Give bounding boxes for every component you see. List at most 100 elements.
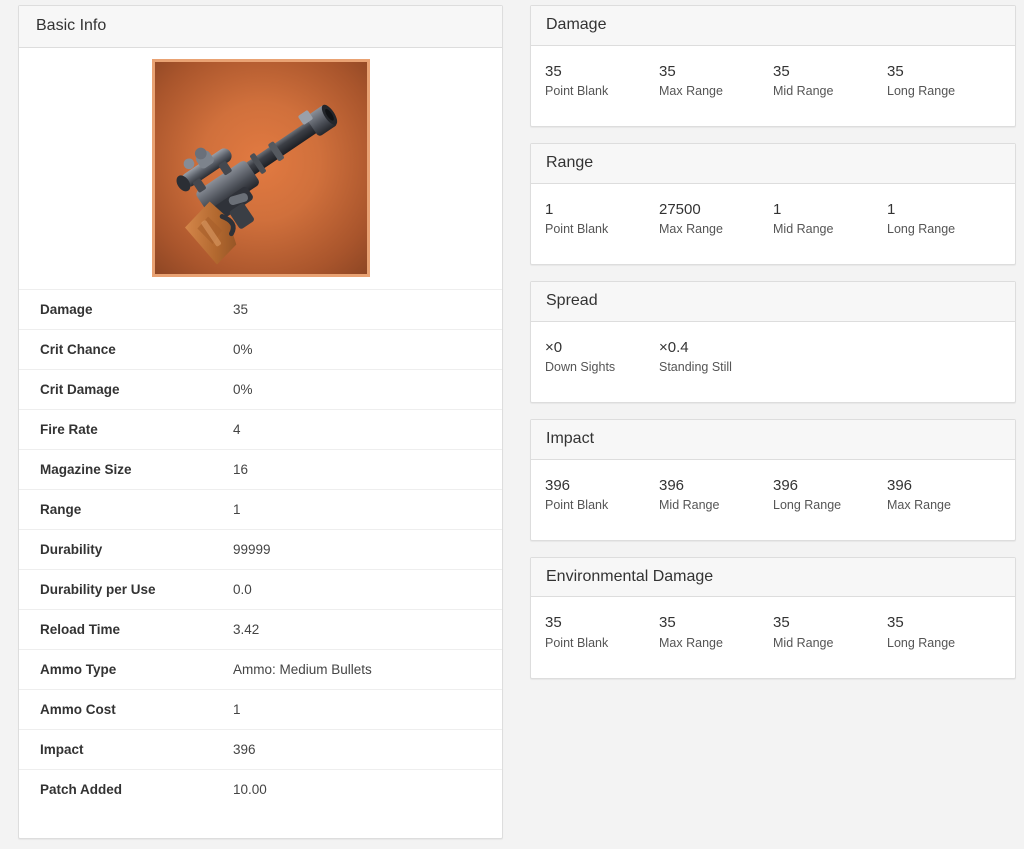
stat-value: 99999 (233, 541, 271, 557)
stat-cell-value: 35 (659, 62, 676, 80)
stat-cell-label: Long Range (887, 635, 956, 650)
stat-cell-value: 35 (545, 62, 562, 80)
basic-info-body: Damage 35 Crit Chance 0% Crit Damage 0% Fire R… (19, 48, 502, 809)
stat-cell: 1 Mid Range (773, 200, 887, 238)
stat-cell: 396 Long Range (773, 476, 887, 514)
weapon-image-container (19, 48, 502, 289)
stat-label: Durability (40, 541, 103, 557)
stat-value: 4 (233, 421, 241, 437)
stat-cell: 35 Max Range (659, 613, 773, 651)
table-row: Fire Rate 4 (19, 409, 502, 449)
stat-cell: ×0 Down Sights (545, 338, 659, 376)
stat-cell-value: 396 (659, 476, 685, 494)
basic-info-title: Basic Info (19, 6, 502, 48)
stat-cell-value: 35 (887, 614, 904, 632)
stat-cell-label: Point Blank (545, 221, 609, 236)
stat-cell-label: Max Range (659, 635, 723, 650)
stat-value: 3.42 (233, 621, 260, 637)
stat-cell-label: Mid Range (773, 635, 834, 650)
table-row: Reload Time 3.42 (19, 609, 502, 649)
stat-cell-value: 35 (773, 62, 790, 80)
stat-cell-value: 1 (773, 200, 782, 218)
stat-cell-label: Point Blank (545, 83, 609, 98)
stat-cell: 35 Mid Range (773, 613, 887, 651)
stat-card-body: 35 Point Blank 35 Max Range 35 Mid Range 35 Lon… (531, 46, 1015, 126)
stat-card-title: Damage (531, 6, 1015, 46)
stat-label: Magazine Size (40, 461, 132, 477)
table-row: Patch Added 10.00 (19, 769, 502, 809)
sniper-rifle-icon (151, 59, 370, 278)
stat-cards-column: Damage 35 Point Blank 35 Max Range 35 Mid Rang… (530, 5, 1016, 695)
stat-value: 35 (233, 301, 249, 317)
stat-cell: 35 Long Range (887, 62, 1001, 100)
stat-cell-value: 35 (545, 614, 562, 632)
stat-cell-label: Down Sights (545, 359, 616, 374)
stat-value: 0% (233, 341, 253, 357)
stat-value: 0.0 (233, 581, 252, 597)
basic-info-table: Damage 35 Crit Chance 0% Crit Damage 0% Fire R… (19, 289, 502, 809)
stat-card-title: Impact (531, 419, 1015, 460)
stat-cell-value: 35 (659, 614, 676, 632)
stat-value: 1 (233, 501, 241, 517)
stat-value: 16 (233, 461, 249, 477)
stat-cell: ×0.4 Standing Still (659, 338, 773, 376)
stat-label: Ammo Type (40, 661, 117, 677)
stat-label: Patch Added (40, 781, 123, 797)
stat-cell: 35 Point Blank (545, 62, 659, 100)
table-row: Crit Damage 0% (19, 369, 502, 409)
stat-label: Fire Rate (40, 421, 98, 437)
stat-cell-label: Standing Still (659, 359, 732, 374)
stat-cell-value: 396 (545, 476, 571, 494)
stat-cell-label: Max Range (887, 497, 951, 512)
stat-cell: 1 Point Blank (545, 200, 659, 238)
stat-cell-spacer (773, 338, 887, 376)
stat-card-title: Spread (531, 281, 1015, 322)
stat-cell: 1 Long Range (887, 200, 1001, 238)
stat-card-body: 35 Point Blank 35 Max Range 35 Mid Range 35 Lon… (531, 597, 1015, 677)
table-row: Crit Chance 0% (19, 329, 502, 369)
stat-card-body: ×0 Down Sights ×0.4 Standing Still (531, 322, 1015, 402)
stat-cell-value: 1 (887, 200, 896, 218)
stat-cell: 396 Max Range (887, 476, 1001, 514)
stat-cell: 27500 Max Range (659, 200, 773, 238)
stat-cell-label: Point Blank (545, 497, 609, 512)
stat-label: Crit Damage (40, 381, 120, 397)
stat-cell: 396 Point Blank (545, 476, 659, 514)
stat-cell-value: 1 (545, 200, 554, 218)
table-row: Impact 396 (19, 729, 502, 769)
stat-cell-value: 35 (887, 62, 904, 80)
stat-label: Impact (40, 741, 84, 757)
stat-cell-spacer (887, 338, 1001, 376)
stat-cell-value: 35 (773, 614, 790, 632)
stat-card-title: Environmental Damage (531, 557, 1015, 598)
table-row: Ammo Type Ammo: Medium Bullets (19, 649, 502, 689)
stat-card: Spread ×0 Down Sights ×0.4 Standing Still (530, 280, 1016, 403)
stat-cell-label: Max Range (659, 83, 723, 98)
stat-cell: 35 Max Range (659, 62, 773, 100)
stat-card-body: 1 Point Blank 27500 Max Range 1 Mid Range 1 Lon… (531, 184, 1015, 264)
stat-cell: 35 Point Blank (545, 613, 659, 651)
stat-value: 396 (233, 741, 256, 757)
stat-label: Ammo Cost (40, 701, 116, 717)
stat-cell: 35 Mid Range (773, 62, 887, 100)
stat-cell-value: 27500 (659, 200, 701, 218)
stat-card: Damage 35 Point Blank 35 Max Range 35 Mid Rang… (530, 5, 1016, 127)
stat-cell-value: 396 (887, 476, 913, 494)
stat-label: Durability per Use (40, 581, 156, 597)
stat-cell-label: Long Range (773, 497, 842, 512)
stat-cell-label: Mid Range (773, 221, 834, 236)
stat-cell-value: ×0 (545, 338, 563, 356)
stat-cell-label: Long Range (887, 221, 956, 236)
stat-label: Range (40, 501, 82, 517)
stat-value: 10.00 (233, 781, 267, 797)
stat-value: 1 (233, 701, 241, 717)
stat-value: Ammo: Medium Bullets (233, 661, 372, 677)
stat-card: Range 1 Point Blank 27500 Max Range 1 Mid Rang… (530, 142, 1016, 265)
stat-card: Environmental Damage 35 Point Blank 35 Max R… (530, 556, 1016, 679)
stat-cell-value: 396 (773, 476, 799, 494)
stat-cell-label: Mid Range (773, 83, 834, 98)
stat-cell-label: Max Range (659, 221, 723, 236)
stat-cell-label: Point Blank (545, 635, 609, 650)
stat-cell-label: Long Range (887, 83, 956, 98)
table-row: Durability per Use 0.0 (19, 569, 502, 609)
